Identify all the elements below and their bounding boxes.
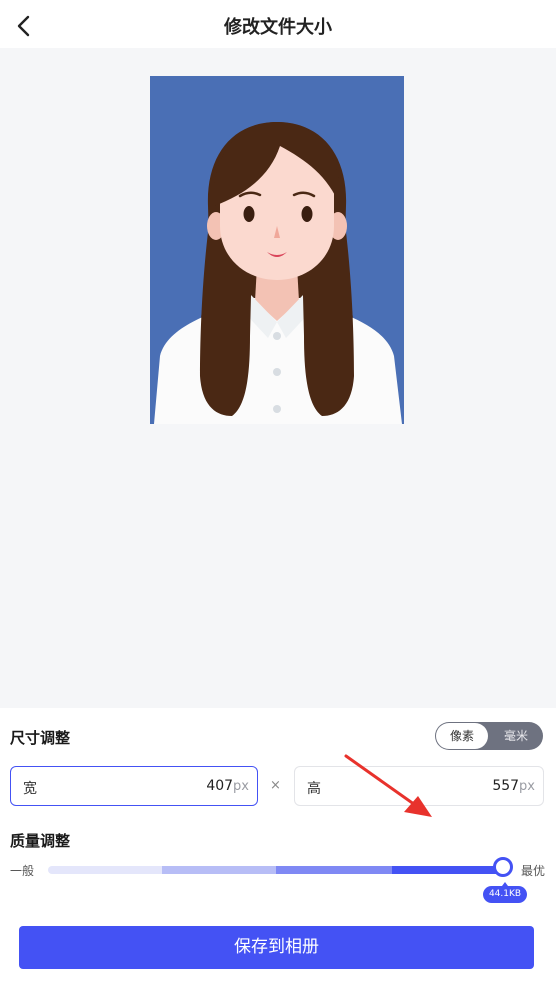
quality-section-title: 质量调整 <box>10 832 71 850</box>
header: 修改文件大小 <box>0 0 556 48</box>
quality-slider-handle[interactable] <box>493 857 513 877</box>
width-value: 407px <box>206 778 249 794</box>
quality-max-label: 最优 <box>521 864 546 878</box>
id-photo-preview <box>150 76 404 424</box>
height-label: 高 <box>307 781 321 797</box>
photo-preview-area <box>0 48 556 708</box>
page-title: 修改文件大小 <box>224 17 332 38</box>
quality-min-label: 一般 <box>10 864 35 878</box>
height-field[interactable]: 高 557px <box>294 766 544 806</box>
width-label: 宽 <box>23 781 37 797</box>
unit-option-pixels[interactable]: 像素 <box>436 723 488 749</box>
unit-toggle[interactable]: 像素 毫米 <box>435 722 543 750</box>
unit-option-millimeters[interactable]: 毫米 <box>489 722 543 750</box>
quality-slider-track[interactable] <box>48 866 506 874</box>
dimension-separator: × <box>270 778 281 793</box>
quality-size-badge: 44.1KB <box>483 882 527 903</box>
size-section-title: 尺寸调整 <box>10 729 71 747</box>
settings-panel: 尺寸调整 像素 毫米 宽 407px × 高 557px 质量调整 一般 44.… <box>0 708 556 981</box>
width-field[interactable]: 宽 407px <box>10 766 258 806</box>
height-value: 557px <box>492 778 535 794</box>
save-to-album-button[interactable]: 保存到相册 <box>19 926 534 969</box>
